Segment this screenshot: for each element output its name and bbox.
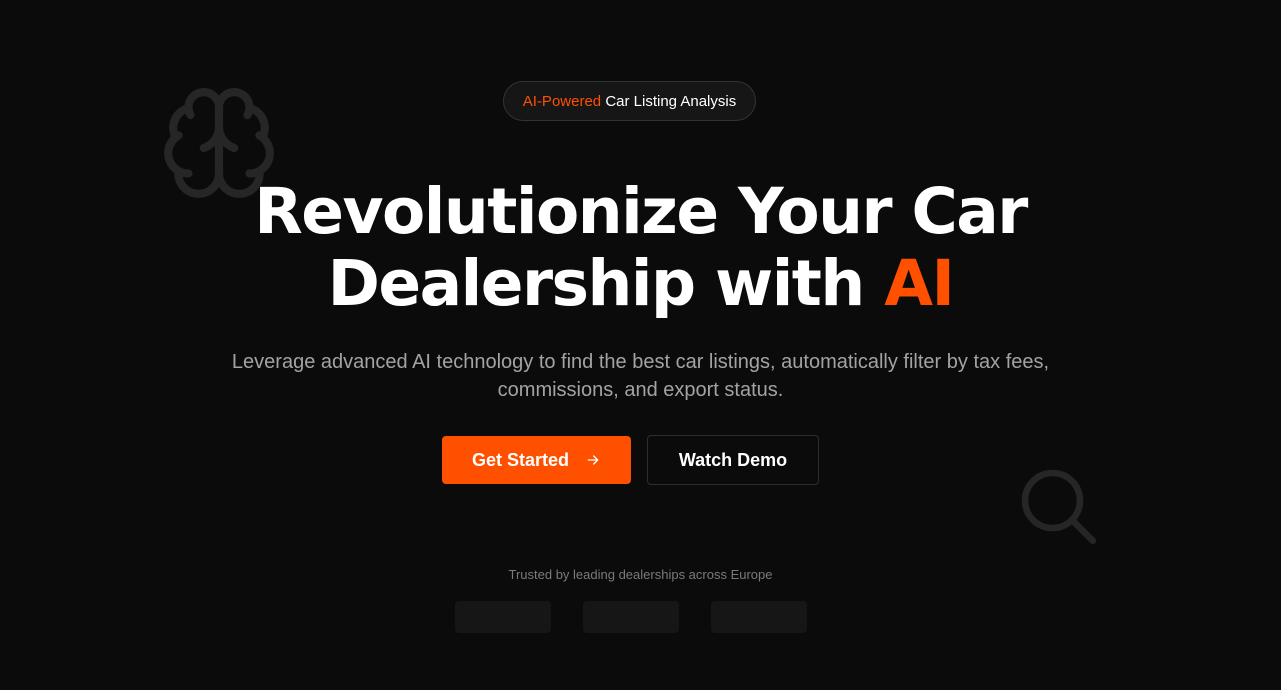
headline-accent: AI bbox=[884, 247, 955, 320]
page-title: Revolutionize Your Car Dealership with A… bbox=[0, 176, 1281, 320]
partner-logo-placeholder bbox=[711, 601, 807, 633]
hero-section: AI-Powered Car Listing Analysis Revoluti… bbox=[0, 0, 1281, 690]
badge-accent-text: AI-Powered bbox=[522, 92, 602, 110]
watch-demo-button[interactable]: Watch Demo bbox=[647, 435, 819, 485]
watch-demo-label: Watch Demo bbox=[678, 449, 788, 470]
partner-logo-placeholder bbox=[583, 601, 679, 633]
get-started-button[interactable]: Get Started bbox=[442, 436, 631, 484]
hero-description: Leverage advanced AI technology to find … bbox=[231, 351, 1050, 401]
partner-logos bbox=[455, 601, 807, 633]
headline-line-2: Dealership with bbox=[327, 247, 866, 320]
get-started-label: Get Started bbox=[471, 449, 570, 470]
trusted-by-text: Trusted by leading dealerships across Eu… bbox=[508, 567, 773, 582]
arrow-right-icon bbox=[585, 452, 601, 468]
headline-line-1: Revolutionize Your Car bbox=[254, 175, 1028, 248]
search-icon bbox=[1014, 462, 1102, 550]
feature-badge: AI-Powered Car Listing Analysis bbox=[503, 81, 756, 121]
badge-text: Car Listing Analysis bbox=[605, 92, 737, 110]
partner-logo-placeholder bbox=[455, 601, 551, 633]
